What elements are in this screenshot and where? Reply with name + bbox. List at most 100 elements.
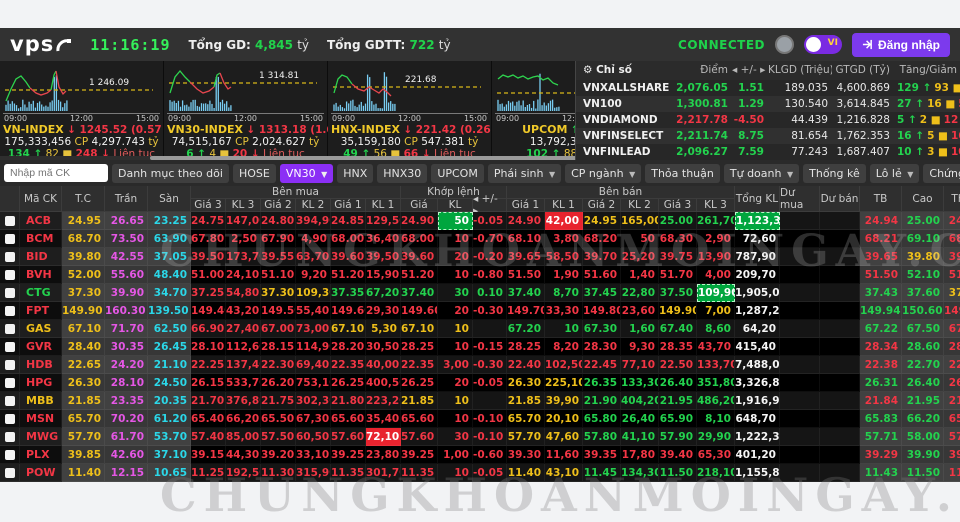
cell: 394,90 [296, 212, 331, 230]
charts-scrollbar-thumb[interactable] [150, 156, 580, 160]
index-row-VN100[interactable]: VN1001,300.811.29130.5403,614.84527 ↑16 … [576, 96, 960, 112]
cell: 24.90 [507, 212, 545, 230]
tab-Lô lẻ[interactable]: Lô lẻ ▼ [870, 164, 920, 183]
cell: 57.40 [944, 428, 960, 446]
col-tran[interactable]: Trần [105, 186, 148, 212]
symbol-PLX[interactable]: PLX [20, 446, 62, 464]
index-summary[interactable]: HNX-INDEX ↓ 221.42 (0.26 0.12%)35,159,18… [331, 124, 488, 160]
row-checkbox[interactable] [5, 234, 15, 244]
cell: 42.55 [105, 248, 148, 266]
vps-logo[interactable]: vps [10, 32, 72, 57]
index-summary[interactable]: VN30-INDEX ↓ 1313.18 (1.63 0.12%)74,515,… [167, 124, 324, 160]
row-checkbox[interactable] [5, 432, 15, 442]
row-checkbox[interactable] [5, 306, 15, 316]
gear-icon[interactable]: ⚙ [583, 64, 592, 76]
row-checkbox[interactable] [5, 450, 15, 460]
search-input[interactable] [4, 164, 108, 182]
index-row-VNFINLEAD[interactable]: VNFINLEAD2,096.277.5977.2431,687.40710 ↑… [576, 144, 960, 160]
cell: -0.80 [473, 266, 507, 284]
cell: 30.35 [105, 338, 148, 356]
row-checkbox[interactable] [5, 396, 15, 406]
index-name: UPCOM [522, 123, 567, 136]
cell: 26.40 [659, 374, 697, 392]
cell: 26.20 [261, 374, 296, 392]
symbol-MSN[interactable]: MSN [20, 410, 62, 428]
symbol-HDB[interactable]: HDB [20, 356, 62, 374]
toggle-knob [806, 37, 821, 52]
row-checkbox[interactable] [5, 252, 15, 262]
tab-CP ngành[interactable]: CP ngành ▼ [565, 164, 641, 183]
tab-VN30[interactable]: VN30 ▼ [280, 164, 333, 183]
cell: 24.95 [583, 212, 621, 230]
cell: 21.85 [401, 392, 438, 410]
row-checkbox[interactable] [5, 378, 15, 388]
col-ma-ck[interactable]: Mã CK [20, 186, 62, 212]
index-row-VNDIAMOND[interactable]: VNDIAMOND2,217.78-4.5044.4391,216.8285 ↑… [576, 112, 960, 128]
cell: 63,70 [296, 248, 331, 266]
language-toggle[interactable]: VI [804, 35, 842, 54]
index-summary[interactable]: VN-INDEX ↓ 1245.52 (0.57 0.05%)175,333,4… [3, 124, 160, 160]
tab-Tự doanh[interactable]: Tự doanh ▼ [724, 164, 799, 183]
symbol-MBB[interactable]: MBB [20, 392, 62, 410]
theme-icon[interactable] [775, 35, 794, 54]
symbol-ACB[interactable]: ACB [20, 212, 62, 230]
chart-panel-VN-INDEX[interactable]: 1 246.0909:0012:0015:00VN-INDEX ↓ 1245.5… [0, 61, 164, 160]
tab-HOSE[interactable]: HOSE [233, 164, 276, 183]
tab-Chứng quyền[interactable]: Chứng quyền [923, 164, 960, 183]
index-row-VNFINSELECT[interactable]: VNFINSELECT2,211.748.7581.6541,762.35316… [576, 128, 960, 144]
col-match-change[interactable]: ◂ +/- ▸ [473, 199, 507, 212]
row-checkbox[interactable] [5, 468, 15, 478]
row-checkbox[interactable] [5, 324, 15, 334]
symbol-POW[interactable]: POW [20, 464, 62, 482]
cell [473, 320, 507, 338]
cell: 26.31 [860, 374, 902, 392]
chart-panel-VN30-INDEX[interactable]: 1 314.8109:0012:0015:00VN30-INDEX ↓ 1313… [164, 61, 328, 160]
cell: 37.05 [148, 248, 191, 266]
row-checkbox[interactable] [5, 360, 15, 370]
cell: 218,10 [697, 464, 735, 482]
cell: 67.00 [944, 320, 960, 338]
symbol-BID[interactable]: BID [20, 248, 62, 266]
cell: 57.70 [507, 428, 545, 446]
row-checkbox[interactable] [5, 414, 15, 424]
cell: 65.90 [659, 410, 697, 428]
cell: 63.90 [148, 230, 191, 248]
symbol-MWG[interactable]: MWG [20, 428, 62, 446]
col-tc[interactable]: T.C [62, 186, 105, 212]
tab-HNX[interactable]: HNX [337, 164, 373, 183]
symbol-BVH[interactable]: BVH [20, 266, 62, 284]
index-col-tangiam: Tăng/Giảm [894, 61, 960, 80]
cell: 21.70 [191, 392, 226, 410]
tab-Phái sinh[interactable]: Phái sinh ▼ [488, 164, 561, 183]
tab-Thỏa thuận[interactable]: Thỏa thuận [645, 164, 720, 183]
login-button[interactable]: Đăng nhập [852, 33, 950, 57]
chart-panel-HNX-INDEX[interactable]: 221.6809:0012:0015:00HNX-INDEX ↓ 221.42 … [328, 61, 492, 160]
index-col-chg[interactable]: ◂ +/- ▸ [732, 61, 768, 80]
symbol-HPG[interactable]: HPG [20, 374, 62, 392]
symbol-GVR[interactable]: GVR [20, 338, 62, 356]
symbol-FPT[interactable]: FPT [20, 302, 62, 320]
row-checkbox[interactable] [5, 270, 15, 280]
symbol-BCM[interactable]: BCM [20, 230, 62, 248]
cell: 22.38 [860, 356, 902, 374]
col-san[interactable]: Sàn [148, 186, 191, 212]
table-row-PLX: PLX39.8542.6037.1039.1544,3039.2033,1039… [0, 446, 960, 464]
col-tong-kl[interactable]: Tổng KL [735, 186, 780, 212]
col-buy-kl1: KL 1 [366, 199, 401, 212]
price-board: Mã CK T.C Trần Sàn Bên mua Giá 3 KL 3 Gi… [0, 186, 960, 482]
row-checkbox[interactable] [5, 342, 15, 352]
tab-Thống kê[interactable]: Thống kê [803, 164, 866, 183]
tab-HNX30[interactable]: HNX30 [377, 164, 427, 183]
symbol-GAS[interactable]: GAS [20, 320, 62, 338]
cell: 21.95 [902, 392, 944, 410]
symbol-CTG[interactable]: CTG [20, 284, 62, 302]
row-checkbox[interactable] [5, 216, 15, 226]
cell: 415,40 [735, 338, 780, 356]
tab-Danh mục theo dõi[interactable]: Danh mục theo dõi [112, 164, 229, 183]
cell: 39.80 [902, 248, 944, 266]
row-checkbox[interactable] [5, 288, 15, 298]
index-row-VNXALLSHARE[interactable]: VNXALLSHARE2,076.051.51189.0354,600.8691… [576, 80, 960, 96]
table-row-BVH: BVH52.0055.6048.4051.0024,1051.109,2051.… [0, 266, 960, 284]
tab-UPCOM[interactable]: UPCOM [431, 164, 484, 183]
cell: 58,50 [545, 248, 583, 266]
